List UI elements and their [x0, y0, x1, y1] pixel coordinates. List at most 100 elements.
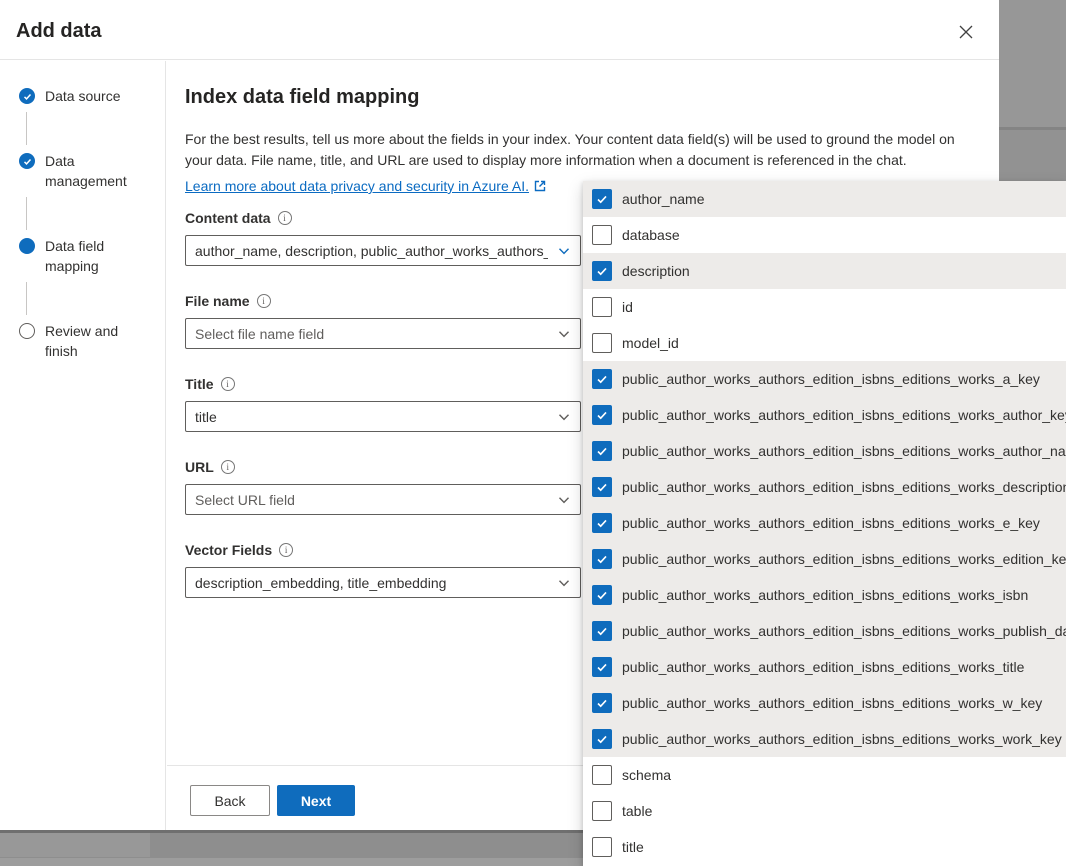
checkbox[interactable]: [592, 405, 612, 425]
dropdown-option[interactable]: public_author_works_authors_edition_isbn…: [583, 613, 1066, 649]
dropdown-option-label: id: [622, 299, 633, 315]
checkbox[interactable]: [592, 477, 612, 497]
select-vector-fields[interactable]: description_embedding, title_embedding: [185, 567, 581, 598]
dropdown-option[interactable]: public_author_works_authors_edition_isbn…: [583, 505, 1066, 541]
chevron-down-icon: [558, 494, 570, 506]
back-button[interactable]: Back: [190, 785, 270, 816]
close-icon: [959, 25, 973, 39]
check-icon: [596, 445, 608, 457]
check-icon: [596, 733, 608, 745]
stepper-item-data-field-mapping[interactable]: Data field mapping: [0, 236, 165, 276]
checkbox[interactable]: [592, 513, 612, 533]
info-icon[interactable]: i: [221, 460, 235, 474]
select-url[interactable]: Select URL field: [185, 484, 581, 515]
dropdown-option-label: public_author_works_authors_edition_isbn…: [622, 479, 1066, 495]
dropdown-option[interactable]: id: [583, 289, 1066, 325]
form-field-group: File name i Select file name field: [185, 293, 581, 349]
dropdown-option-label: title: [622, 839, 644, 855]
dropdown-option[interactable]: title: [583, 829, 1066, 865]
checkbox[interactable]: [592, 837, 612, 857]
dropdown-option[interactable]: description: [583, 253, 1066, 289]
info-icon[interactable]: i: [257, 294, 271, 308]
wizard-stepper: Data source Data management Data field m…: [0, 61, 165, 361]
checkbox[interactable]: [592, 801, 612, 821]
dialog-header: Add data: [0, 0, 999, 60]
wizard-sidebar: Data source Data management Data field m…: [0, 61, 166, 830]
external-link-icon: [534, 180, 546, 192]
checkbox[interactable]: [592, 333, 612, 353]
dropdown-option[interactable]: public_author_works_authors_edition_isbn…: [583, 361, 1066, 397]
checkbox[interactable]: [592, 693, 612, 713]
info-icon[interactable]: i: [279, 543, 293, 557]
select-value: author_name, description, public_author_…: [195, 243, 548, 259]
dropdown-option-label: database: [622, 227, 680, 243]
dropdown-option[interactable]: database: [583, 217, 1066, 253]
check-icon: [596, 481, 608, 493]
description-text: For the best results, tell us more about…: [185, 129, 960, 171]
checkbox[interactable]: [592, 261, 612, 281]
stepper-item-label: Review and finish: [45, 321, 150, 361]
dropdown-option-label: model_id: [622, 335, 679, 351]
checkbox[interactable]: [592, 297, 612, 317]
dropdown-option[interactable]: table: [583, 793, 1066, 829]
check-icon: [596, 661, 608, 673]
select-title[interactable]: title: [185, 401, 581, 432]
check-icon: [596, 589, 608, 601]
next-button[interactable]: Next: [277, 785, 355, 816]
dropdown-option-label: public_author_works_authors_edition_isbn…: [622, 407, 1066, 423]
field-label-row: Title i: [185, 376, 581, 392]
step-state-icon: [19, 88, 35, 104]
field-label: Title: [185, 376, 214, 392]
checkbox[interactable]: [592, 189, 612, 209]
close-button[interactable]: [953, 19, 979, 45]
select-file-name[interactable]: Select file name field: [185, 318, 581, 349]
checkbox[interactable]: [592, 657, 612, 677]
select-content-data[interactable]: author_name, description, public_author_…: [185, 235, 581, 266]
step-connector: [26, 282, 27, 315]
checkbox[interactable]: [592, 225, 612, 245]
checkbox[interactable]: [592, 369, 612, 389]
checkbox[interactable]: [592, 729, 612, 749]
stepper-item-data-management[interactable]: Data management: [0, 151, 165, 191]
learn-more-link[interactable]: Learn more about data privacy and securi…: [185, 178, 529, 194]
dropdown-option-label: schema: [622, 767, 671, 783]
check-icon: [596, 517, 608, 529]
dropdown-option-label: public_author_works_authors_edition_isbn…: [622, 731, 1062, 747]
checkbox[interactable]: [592, 765, 612, 785]
dropdown-option[interactable]: public_author_works_authors_edition_isbn…: [583, 721, 1066, 757]
dropdown-option[interactable]: public_author_works_authors_edition_isbn…: [583, 433, 1066, 469]
field-label-row: Vector Fields i: [185, 542, 581, 558]
chevron-down-icon: [558, 411, 570, 423]
chevron-down-icon: [558, 577, 570, 589]
stepper-item-data-source[interactable]: Data source: [0, 86, 165, 106]
dropdown-option[interactable]: model_id: [583, 325, 1066, 361]
dropdown-option[interactable]: author_name: [583, 181, 1066, 217]
form-field-group: Title i title: [185, 376, 581, 432]
info-icon[interactable]: i: [278, 211, 292, 225]
dropdown-option-label: public_author_works_authors_edition_isbn…: [622, 659, 1024, 675]
check-icon: [596, 409, 608, 421]
dropdown-option-label: author_name: [622, 191, 705, 207]
dropdown-option[interactable]: public_author_works_authors_edition_isbn…: [583, 469, 1066, 505]
stepper-item-review-and-finish[interactable]: Review and finish: [0, 321, 165, 361]
field-label-row: URL i: [185, 459, 581, 475]
dropdown-option[interactable]: public_author_works_authors_edition_isbn…: [583, 397, 1066, 433]
field-label: File name: [185, 293, 250, 309]
check-icon: [596, 553, 608, 565]
info-icon[interactable]: i: [221, 377, 235, 391]
form-field-group: Content data i author_name, description,…: [185, 210, 581, 266]
dropdown-option[interactable]: schema: [583, 757, 1066, 793]
dropdown-option[interactable]: public_author_works_authors_edition_isbn…: [583, 577, 1066, 613]
dropdown-option[interactable]: public_author_works_authors_edition_isbn…: [583, 541, 1066, 577]
field-label: URL: [185, 459, 214, 475]
checkbox[interactable]: [592, 441, 612, 461]
page-title: Index data field mapping: [185, 86, 999, 109]
checkbox[interactable]: [592, 585, 612, 605]
checkbox[interactable]: [592, 549, 612, 569]
content-data-dropdown-callout: author_name database description id mode…: [583, 181, 1066, 866]
dropdown-option[interactable]: public_author_works_authors_edition_isbn…: [583, 685, 1066, 721]
checkbox[interactable]: [592, 621, 612, 641]
select-value: description_embedding, title_embedding: [195, 575, 446, 591]
dropdown-option[interactable]: public_author_works_authors_edition_isbn…: [583, 649, 1066, 685]
field-label: Vector Fields: [185, 542, 272, 558]
